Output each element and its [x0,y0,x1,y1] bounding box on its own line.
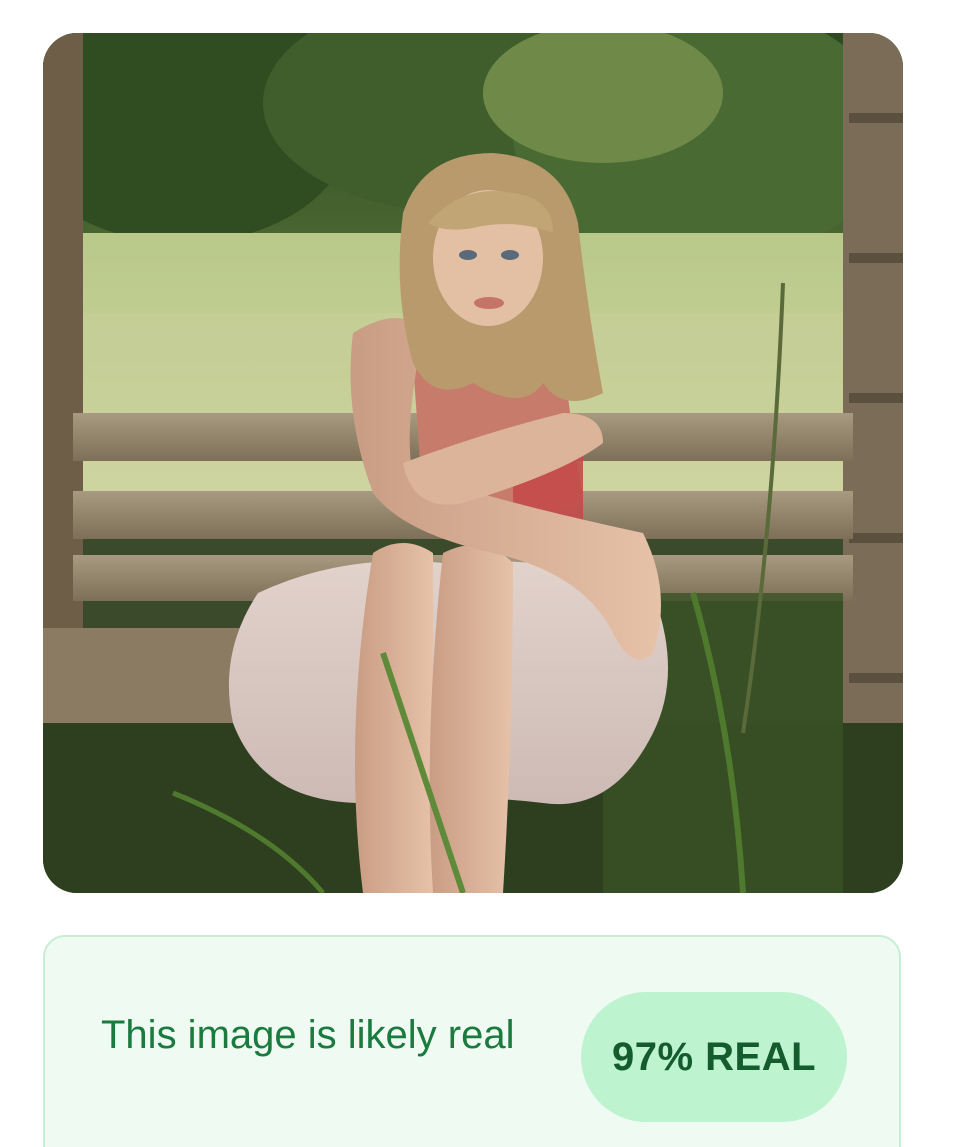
screen: This image is likely real 97% REAL [0,0,954,1147]
verdict-text: This image is likely real [101,1013,515,1057]
photo-illustration [43,33,903,893]
score-badge: 97% REAL [581,992,847,1122]
result-card: This image is likely real 97% REAL [43,935,901,1147]
analyzed-photo [43,33,903,893]
score-label: 97% REAL [611,1034,817,1079]
